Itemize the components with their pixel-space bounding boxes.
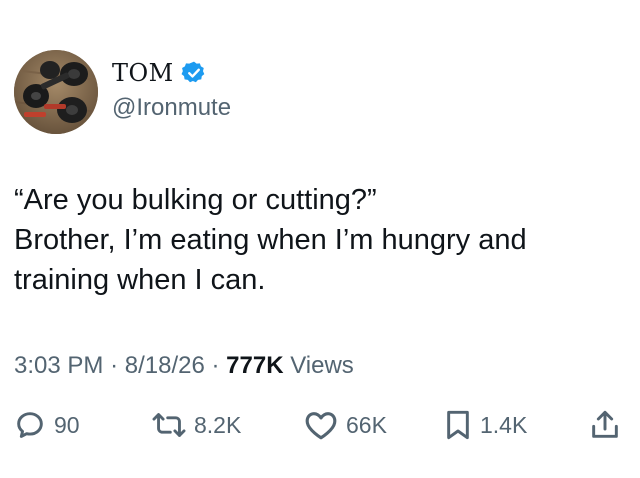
- tweet-text: “Are you bulking or cutting?” Brother, I…: [14, 180, 624, 300]
- author-block: TOM @Ironmute: [112, 58, 231, 124]
- handle[interactable]: @Ironmute: [112, 92, 231, 124]
- bookmark-icon: [447, 410, 469, 440]
- tweet-line: Brother, I’m eating when I’m hungry and: [14, 224, 527, 256]
- tweet-card: TOM @Ironmute “Are you bulking or cuttin…: [0, 0, 640, 478]
- tweet-line: “Are you bulking or cutting?”: [14, 184, 377, 216]
- name-row: TOM: [112, 58, 231, 88]
- timestamp-date[interactable]: 8/18/26: [125, 352, 205, 379]
- share-icon: [592, 410, 618, 438]
- timestamp-time[interactable]: 3:03 PM: [14, 352, 103, 379]
- display-name[interactable]: TOM: [112, 58, 174, 88]
- views-count: 777K: [226, 352, 284, 379]
- meta-separator: ·: [110, 352, 119, 379]
- heart-icon: [305, 412, 337, 440]
- reply-button[interactable]: 90: [14, 405, 80, 445]
- like-count: 66K: [346, 411, 387, 438]
- tweet-meta: 3:03 PM · 8/18/26 · 777K Views: [14, 350, 354, 382]
- like-button[interactable]: 66K: [304, 405, 387, 445]
- repost-button[interactable]: 8.2K: [152, 405, 241, 445]
- meta-separator: ·: [211, 352, 220, 379]
- tweet-line: training when I can.: [14, 264, 266, 296]
- dumbbell-photo-icon: [14, 50, 98, 134]
- avatar[interactable]: [14, 50, 98, 134]
- reply-count: 90: [54, 411, 80, 438]
- verified-badge-icon[interactable]: [181, 60, 207, 86]
- bookmark-button[interactable]: 1.4K: [444, 405, 527, 445]
- repost-count: 8.2K: [194, 411, 242, 438]
- views-label: Views: [290, 352, 354, 379]
- action-bar: 90 8.2K 66K 1.4K: [0, 405, 640, 445]
- repost-icon: [152, 413, 186, 437]
- bookmark-count: 1.4K: [480, 411, 528, 438]
- reply-icon: [17, 412, 43, 438]
- share-button[interactable]: [590, 405, 620, 445]
